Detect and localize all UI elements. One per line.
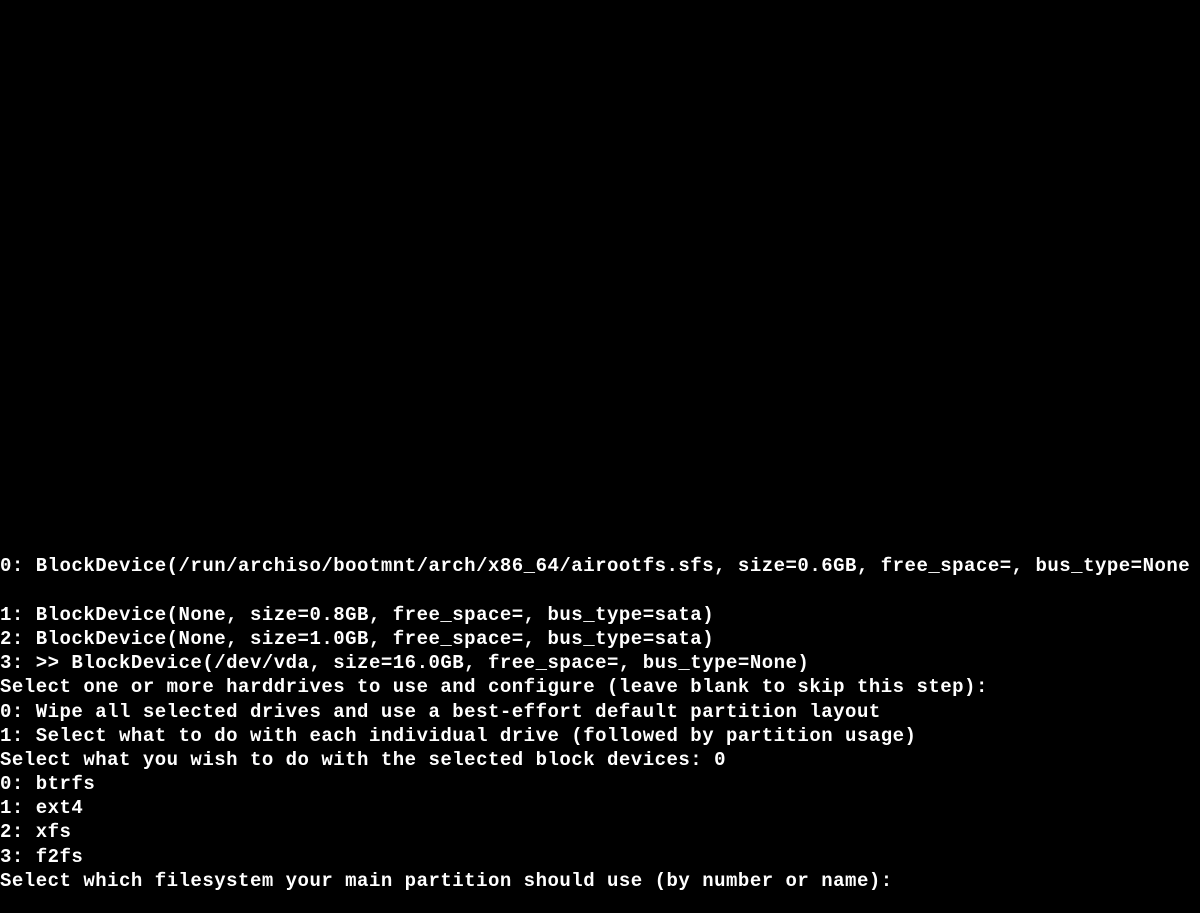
filesystem-option-ext4: 1: ext4 bbox=[0, 796, 1200, 820]
select-filesystem-prompt[interactable]: Select which filesystem your main partit… bbox=[0, 869, 1200, 893]
filesystem-option-f2fs: 3: f2fs bbox=[0, 845, 1200, 869]
block-device-line-3: 3: >> BlockDevice(/dev/vda, size=16.0GB,… bbox=[0, 651, 1200, 675]
terminal-output: 0: BlockDevice(/run/archiso/bootmnt/arch… bbox=[0, 554, 1200, 893]
option-wipe-drives: 0: Wipe all selected drives and use a be… bbox=[0, 700, 1200, 724]
blank-line bbox=[0, 579, 1200, 603]
block-device-line-0: 0: BlockDevice(/run/archiso/bootmnt/arch… bbox=[0, 554, 1200, 578]
filesystem-option-btrfs: 0: btrfs bbox=[0, 772, 1200, 796]
block-device-line-2: 2: BlockDevice(None, size=1.0GB, free_sp… bbox=[0, 627, 1200, 651]
block-device-line-1: 1: BlockDevice(None, size=0.8GB, free_sp… bbox=[0, 603, 1200, 627]
select-harddrives-prompt: Select one or more harddrives to use and… bbox=[0, 675, 1200, 699]
option-individual-drive: 1: Select what to do with each individua… bbox=[0, 724, 1200, 748]
filesystem-option-xfs: 2: xfs bbox=[0, 820, 1200, 844]
select-block-devices-prompt: Select what you wish to do with the sele… bbox=[0, 748, 1200, 772]
